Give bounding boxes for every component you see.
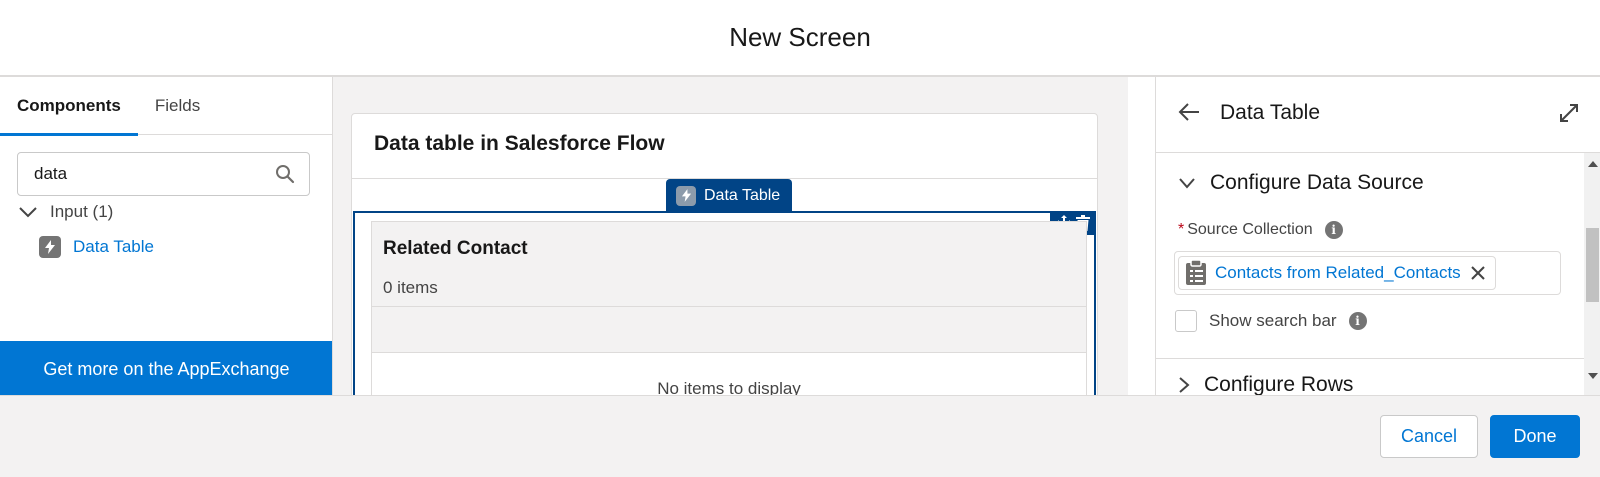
show-search-bar-checkbox[interactable] bbox=[1175, 310, 1197, 332]
modal-footer: Cancel Done bbox=[0, 395, 1600, 477]
properties-scrollbar[interactable] bbox=[1584, 153, 1600, 395]
source-collection-input[interactable]: Contacts from Related_Contacts bbox=[1174, 251, 1561, 295]
modal-title: New Screen bbox=[729, 22, 871, 52]
scrollbar-thumb[interactable] bbox=[1586, 228, 1599, 302]
scroll-down-icon[interactable] bbox=[1587, 371, 1598, 381]
divider bbox=[1156, 358, 1586, 359]
search-value: data bbox=[34, 164, 68, 183]
close-icon[interactable] bbox=[1470, 266, 1485, 280]
expand-icon[interactable] bbox=[1558, 102, 1580, 124]
properties-title: Data Table bbox=[1220, 101, 1321, 124]
screen-title: Data table in Salesforce Flow bbox=[374, 132, 665, 155]
component-badge[interactable]: Data Table bbox=[666, 179, 792, 212]
component-item-label: Data Table bbox=[73, 237, 154, 256]
chevron-down-icon bbox=[19, 207, 37, 218]
info-icon[interactable]: i bbox=[1348, 312, 1367, 330]
field-label-text: Source Collection bbox=[1187, 221, 1313, 238]
back-arrow-icon[interactable] bbox=[1178, 102, 1200, 122]
chevron-right-icon bbox=[1179, 377, 1190, 393]
toolbox-panel: Components Fields data Input (1) Data Ta… bbox=[0, 77, 333, 395]
component-search-input[interactable]: data bbox=[17, 152, 310, 196]
selected-component-frame[interactable]: Related Contact 0 items No items to disp… bbox=[353, 211, 1096, 395]
empty-text: No items to display bbox=[657, 379, 801, 395]
cancel-button[interactable]: Cancel bbox=[1380, 415, 1478, 458]
source-collection-value: Contacts from Related_Contacts bbox=[1215, 263, 1461, 282]
section-label: Configure Rows bbox=[1204, 373, 1354, 395]
required-indicator: * bbox=[1178, 221, 1185, 238]
screen-preview-card: Data table in Salesforce Flow Data Table bbox=[351, 113, 1098, 395]
info-icon[interactable]: i bbox=[1324, 221, 1343, 239]
source-collection-label: * Source Collection i bbox=[1178, 221, 1343, 239]
tree-group-label: Input (1) bbox=[50, 202, 114, 221]
divider bbox=[372, 306, 1086, 307]
section-configure-rows[interactable]: Configure Rows bbox=[1178, 373, 1353, 395]
properties-panel: Data Table Configure Data Source * Sourc… bbox=[1155, 77, 1600, 395]
section-label: Configure Data Source bbox=[1210, 171, 1424, 194]
component-badge-label: Data Table bbox=[704, 186, 781, 204]
tab-fields[interactable]: Fields bbox=[138, 77, 217, 135]
source-collection-pill[interactable]: Contacts from Related_Contacts bbox=[1178, 256, 1496, 290]
bolt-icon bbox=[39, 236, 61, 258]
properties-header: Data Table bbox=[1156, 77, 1600, 153]
appexchange-button[interactable]: Get more on the AppExchange bbox=[0, 341, 332, 395]
search-icon[interactable] bbox=[275, 164, 295, 184]
table-item-count: 0 items bbox=[383, 278, 438, 297]
clipboard-icon bbox=[1186, 260, 1206, 285]
show-search-bar-row: Show search bar i bbox=[1175, 310, 1367, 332]
checkbox-label: Show search bar bbox=[1209, 311, 1337, 330]
screen-canvas: Data table in Salesforce Flow Data Table bbox=[333, 77, 1128, 395]
section-configure-data-source[interactable]: Configure Data Source bbox=[1178, 171, 1424, 195]
modal-header: New Screen bbox=[0, 0, 1600, 77]
component-item-data-table[interactable]: Data Table bbox=[39, 232, 154, 262]
done-button[interactable]: Done bbox=[1490, 415, 1580, 458]
tree-group-input[interactable]: Input (1) bbox=[18, 197, 113, 227]
table-title: Related Contact bbox=[383, 238, 528, 259]
bolt-icon bbox=[676, 185, 696, 206]
table-empty-message: No items to display bbox=[372, 353, 1086, 395]
toolbox-tabs: Components Fields bbox=[0, 77, 332, 136]
chevron-down-icon bbox=[1179, 178, 1195, 189]
scroll-up-icon[interactable] bbox=[1587, 159, 1598, 169]
tab-components[interactable]: Components bbox=[0, 77, 138, 136]
data-table-preview: Related Contact 0 items No items to disp… bbox=[371, 221, 1087, 395]
